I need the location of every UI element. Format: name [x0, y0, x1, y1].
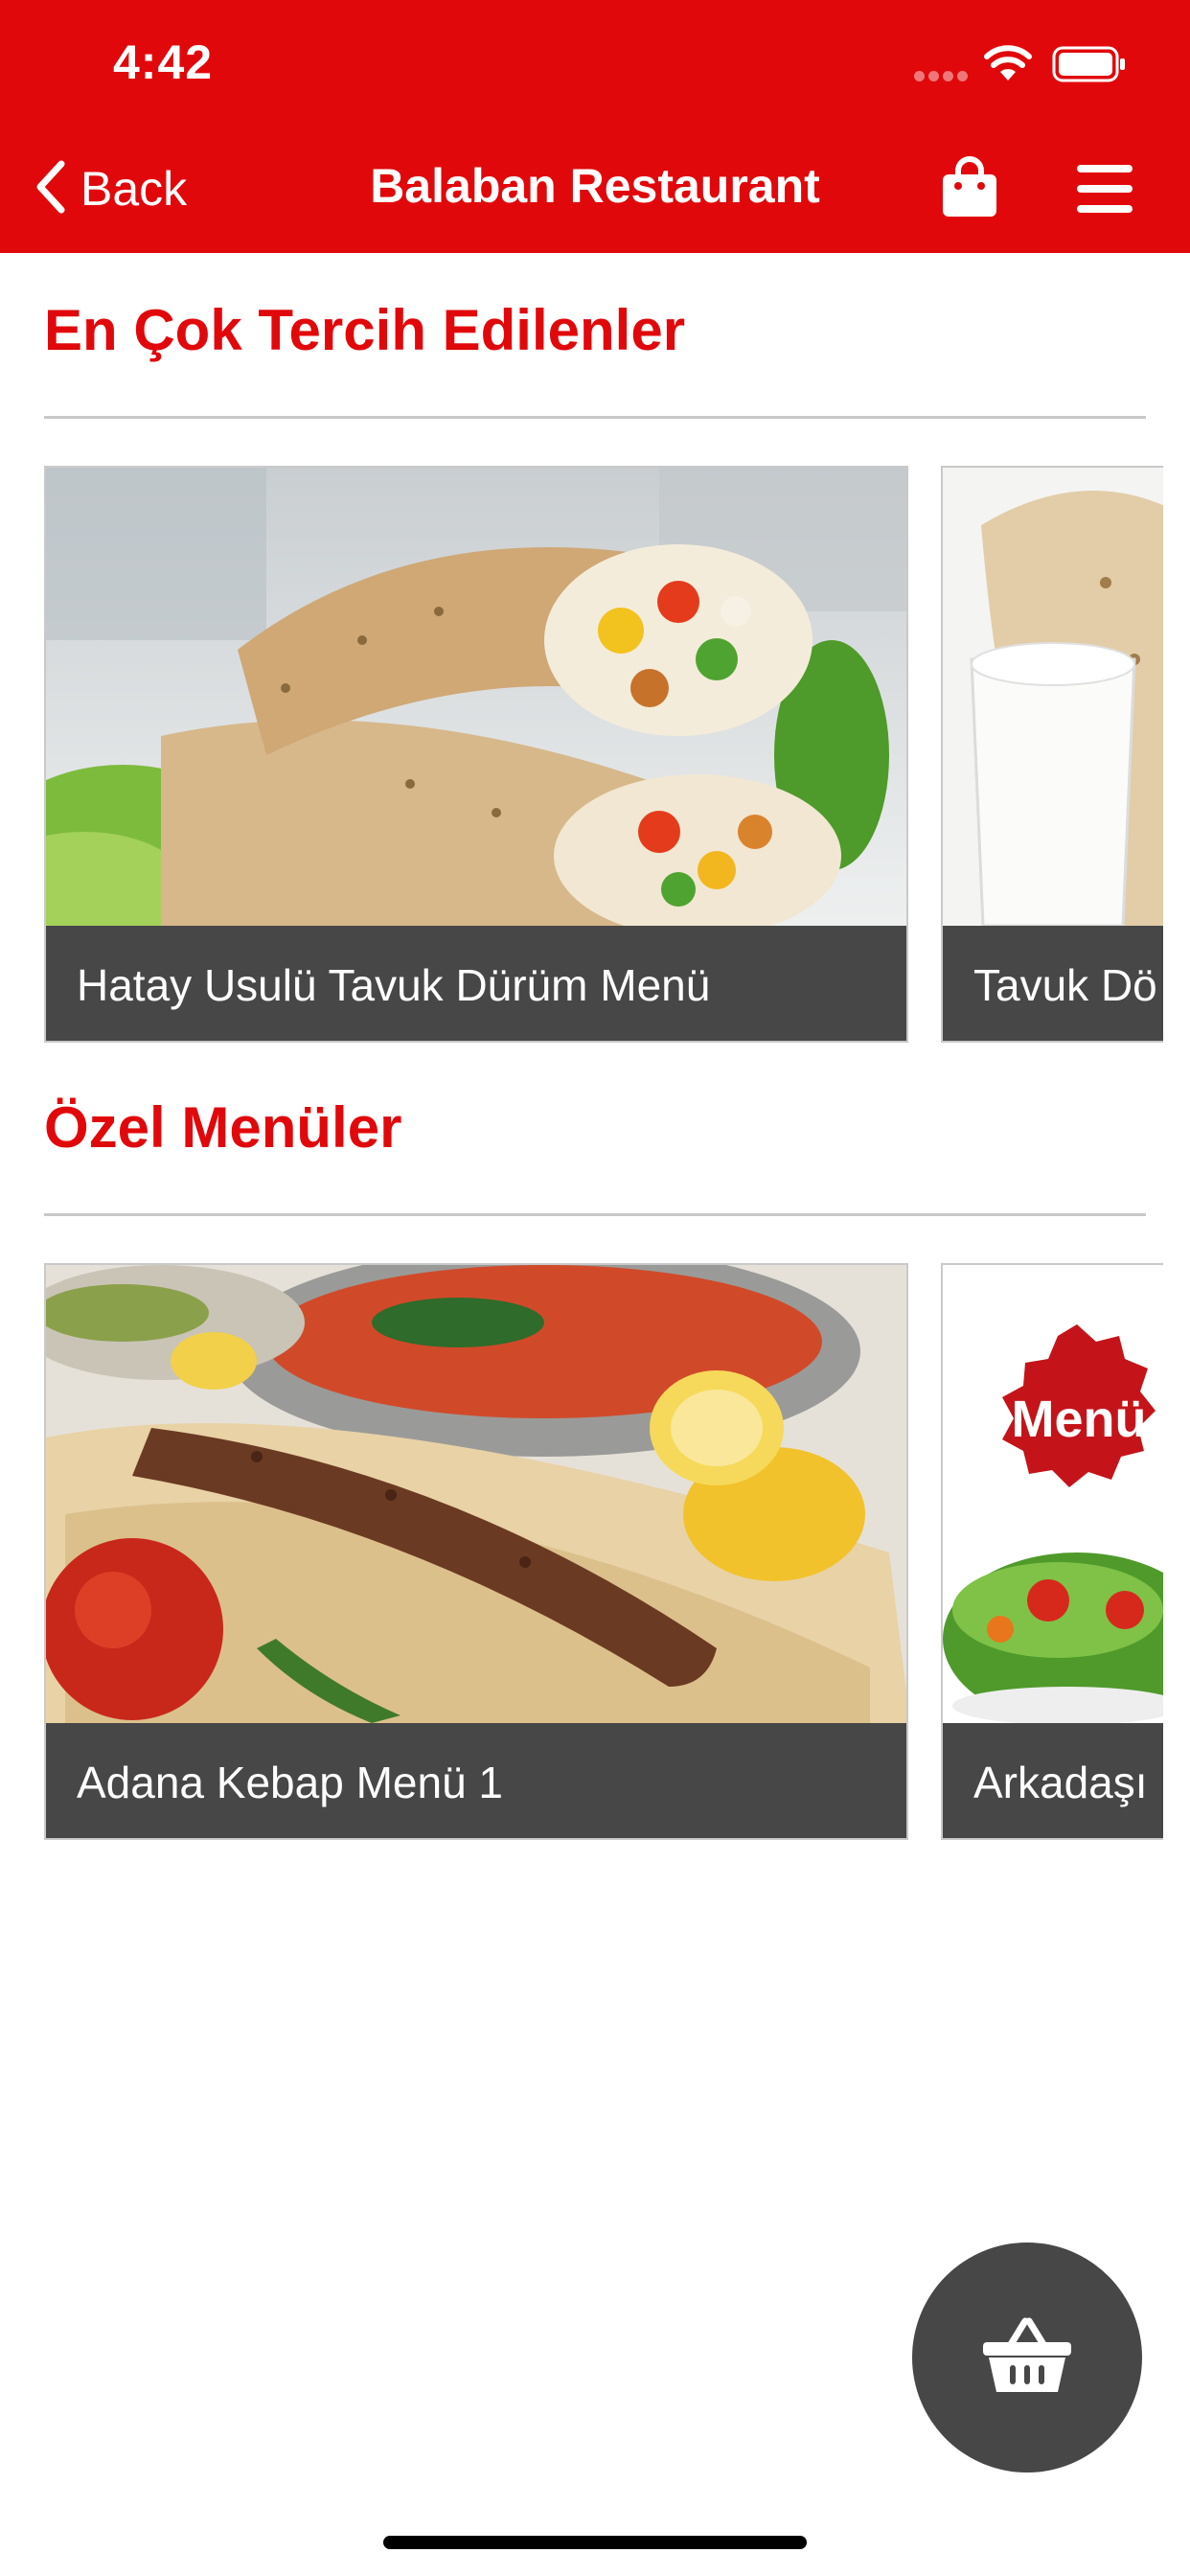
menu-badge-salad-photo: Menü	[943, 1265, 1163, 1723]
app-header: 4:42 Back Balaban Restaurant	[0, 0, 1190, 253]
status-time: 4:42	[113, 35, 214, 89]
section-title-special-menus: Özel Menüler	[44, 1095, 402, 1160]
adana-kebab-plate-photo	[46, 1265, 906, 1723]
chevron-left-icon	[33, 158, 67, 220]
cellular-signal-icon	[914, 71, 970, 82]
shopping-bag-button[interactable]	[941, 155, 998, 218]
section-divider	[44, 416, 1146, 419]
shopping-basket-icon	[981, 2317, 1073, 2399]
back-label: Back	[80, 162, 188, 216]
menu-item-caption: Arkadaşı	[943, 1723, 1163, 1838]
menu-item-card[interactable]: Hatay Usulü Tavuk Dürüm Menü	[44, 466, 908, 1043]
chicken-durum-wrap-photo	[46, 468, 906, 926]
menu-item-caption: Tavuk Dö	[943, 926, 1163, 1041]
menu-item-card[interactable]: Adana Kebap Menü 1	[44, 1263, 908, 1840]
wifi-icon	[983, 44, 1033, 87]
durum-with-ayran-photo	[943, 468, 1163, 926]
restaurant-menu-screen: 4:42 Back Balaban Restaurant En Çok Terc…	[0, 0, 1190, 2576]
cart-fab-button[interactable]	[912, 2242, 1142, 2472]
menu-item-caption: Hatay Usulü Tavuk Dürüm Menü	[46, 926, 906, 1041]
menu-badge-label: Menü	[1011, 1391, 1147, 1448]
hamburger-menu-button[interactable]	[1077, 165, 1133, 213]
battery-icon	[1052, 46, 1127, 87]
section-divider	[44, 1213, 1146, 1216]
home-indicator[interactable]	[383, 2536, 807, 2549]
menu-item-caption: Adana Kebap Menü 1	[46, 1723, 906, 1838]
back-button[interactable]: Back	[33, 155, 187, 222]
menu-item-card[interactable]: Tavuk Dö	[941, 466, 1163, 1043]
section-title-favorites: En Çok Tercih Edilenler	[44, 298, 686, 362]
menu-item-card[interactable]: Menü Arkadaşı	[941, 1263, 1163, 1840]
shopping-bag-icon	[941, 156, 998, 222]
